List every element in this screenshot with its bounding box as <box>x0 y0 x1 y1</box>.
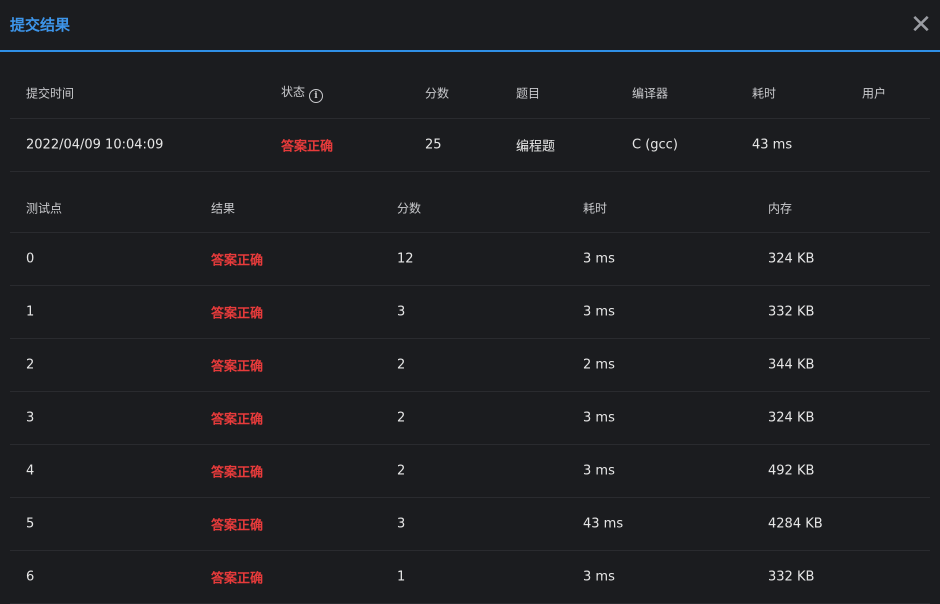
testcase-memory: 332 KB <box>768 304 815 320</box>
header-score: 分数 <box>425 86 450 101</box>
testcase-time: 43 ms <box>583 516 624 532</box>
testcase-result: 答案正确 <box>211 465 264 481</box>
testcase-memory: 324 KB <box>768 251 815 267</box>
close-icon[interactable]: ✕ <box>908 12 934 38</box>
testcase-result: 答案正确 <box>211 359 264 375</box>
testcase-score: 12 <box>397 251 414 267</box>
total-score: 25 <box>425 137 442 153</box>
testcase-time: 2 ms <box>583 357 615 373</box>
testcase-score: 2 <box>397 357 406 373</box>
testcase-id: 3 <box>26 410 35 426</box>
testcase-score: 2 <box>397 410 406 426</box>
testcase-time: 3 ms <box>583 463 615 479</box>
header-result: 结果 <box>211 201 236 215</box>
testcase-id: 4 <box>26 463 35 479</box>
testcase-time: 3 ms <box>583 410 615 426</box>
header-testcase: 测试点 <box>26 201 63 215</box>
testcase-memory: 344 KB <box>768 357 815 373</box>
testcase-id: 0 <box>26 251 35 267</box>
problem-name: 编程题 <box>516 139 556 155</box>
testcase-result: 答案正确 <box>211 306 264 322</box>
testcase-memory: 4284 KB <box>768 516 823 532</box>
testcase-id: 6 <box>26 569 35 585</box>
table-row: 4 答案正确 2 3 ms 492 KB <box>10 445 930 498</box>
testcase-memory: 492 KB <box>768 463 815 479</box>
header-test-time: 耗时 <box>583 201 608 215</box>
header-compiler: 编译器 <box>632 86 669 101</box>
header-problem: 题目 <box>516 86 541 101</box>
dialog-header: 提交结果 ✕ <box>0 0 940 52</box>
testcase-result: 答案正确 <box>211 253 264 269</box>
testcase-id: 1 <box>26 304 35 320</box>
testcase-id: 5 <box>26 516 35 532</box>
testcase-score: 2 <box>397 463 406 479</box>
header-user: 用户 <box>862 86 887 101</box>
header-submit-time: 提交时间 <box>26 86 75 101</box>
testcase-memory: 324 KB <box>768 410 815 426</box>
testcase-score: 3 <box>397 516 406 532</box>
table-row: 3 答案正确 2 3 ms 324 KB <box>10 392 930 445</box>
compiler-name: C (gcc) <box>632 137 678 153</box>
summary-table: 提交时间 状态 i 分数 题目 编译器 耗时 用户 2022/04/09 10:0… <box>10 68 930 172</box>
header-memory: 内存 <box>768 201 793 215</box>
testcase-table: 测试点 结果 分数 耗时 内存 0 答案正确 12 3 ms 324 KB 1 答案正确 3 3… <box>10 183 930 604</box>
summary-header-row: 提交时间 状态 i 分数 题目 编译器 耗时 用户 <box>10 68 930 119</box>
header-test-score: 分数 <box>397 201 422 215</box>
info-icon[interactable]: i <box>309 89 324 103</box>
table-row: 2 答案正确 2 2 ms 344 KB <box>10 339 930 392</box>
testcase-memory: 332 KB <box>768 569 815 585</box>
testcase-header-row: 测试点 结果 分数 耗时 内存 <box>10 183 930 233</box>
dialog-title: 提交结果 <box>10 16 71 34</box>
header-duration: 耗时 <box>752 86 777 101</box>
testcase-score: 1 <box>397 569 406 585</box>
testcase-result: 答案正确 <box>211 518 264 534</box>
testcase-time: 3 ms <box>583 569 615 585</box>
testcase-result: 答案正确 <box>211 571 264 587</box>
testcase-id: 2 <box>26 357 35 373</box>
submit-time: 2022/04/09 10:04:09 <box>26 137 164 153</box>
table-row: 1 答案正确 3 3 ms 332 KB <box>10 286 930 339</box>
header-status: 状态 i <box>281 83 324 103</box>
testcase-result: 答案正确 <box>211 412 264 428</box>
table-row: 6 答案正确 1 3 ms 332 KB <box>10 551 930 604</box>
status-badge: 答案正确 <box>281 139 334 155</box>
table-row: 0 答案正确 12 3 ms 324 KB <box>10 233 930 286</box>
total-duration: 43 ms <box>752 137 793 153</box>
testcase-time: 3 ms <box>583 251 615 267</box>
testcase-score: 3 <box>397 304 406 320</box>
testcase-time: 3 ms <box>583 304 615 320</box>
table-row: 5 答案正确 3 43 ms 4284 KB <box>10 498 930 551</box>
summary-row: 2022/04/09 10:04:09 答案正确 25 编程题 C (gcc) … <box>10 119 930 172</box>
